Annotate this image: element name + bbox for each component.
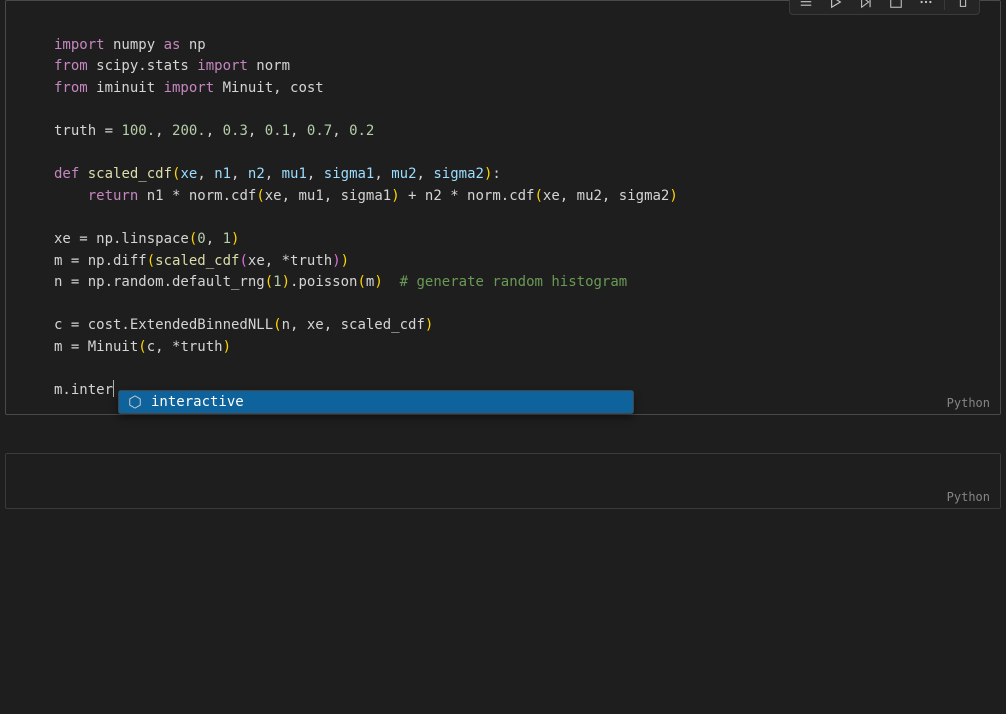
code-text: xe = np.linspace: [54, 231, 189, 247]
keyword: def: [54, 166, 79, 182]
code-editor-empty[interactable]: [6, 454, 1000, 508]
param: mu2: [391, 166, 416, 182]
number: 100.: [121, 123, 155, 139]
paren: (: [273, 317, 281, 333]
keyword: from: [54, 80, 88, 96]
code-text: xe, mu2, sigma2: [543, 188, 669, 204]
paren: (: [239, 253, 247, 269]
code-text: ,: [206, 231, 223, 247]
paren: ): [282, 274, 290, 290]
paren: (: [534, 188, 542, 204]
code-text: [79, 166, 87, 182]
keyword: from: [54, 58, 88, 74]
code-text: :: [492, 166, 500, 182]
code-text: ,: [197, 166, 214, 182]
code-text: ,: [155, 123, 172, 139]
param: sigma1: [324, 166, 375, 182]
method-icon: [127, 394, 143, 410]
paren: ): [231, 231, 239, 247]
number: 1: [223, 231, 231, 247]
paren: (: [138, 339, 146, 355]
number: 0.1: [265, 123, 290, 139]
code-text: np: [180, 37, 205, 53]
paren: (: [265, 274, 273, 290]
keyword: as: [164, 37, 181, 53]
code-text: Minuit, cost: [214, 80, 324, 96]
paren: (: [147, 253, 155, 269]
code-text: m = Minuit: [54, 339, 138, 355]
number: 1: [273, 274, 281, 290]
code-text: m = np.diff: [54, 253, 147, 269]
autocomplete-item[interactable]: interactive: [119, 391, 633, 413]
code-text: ,: [374, 166, 391, 182]
number: 0: [197, 231, 205, 247]
number: 0.7: [307, 123, 332, 139]
language-indicator[interactable]: Python: [947, 396, 990, 410]
number: 200.: [172, 123, 206, 139]
param: xe: [180, 166, 197, 182]
keyword: import: [197, 58, 248, 74]
paren: ): [425, 317, 433, 333]
paren: ): [391, 188, 399, 204]
keyword: return: [88, 188, 139, 204]
code-text: norm: [248, 58, 290, 74]
paren: ): [341, 253, 349, 269]
autocomplete-popup[interactable]: interactive: [118, 390, 634, 414]
code-text: ,: [265, 166, 282, 182]
code-cell-1[interactable]: import numpy as np from scipy.stats impo…: [5, 0, 1001, 415]
code-text: scipy.stats: [88, 58, 198, 74]
code-text: c, *truth: [147, 339, 223, 355]
keyword: import: [164, 80, 215, 96]
code-text: .poisson: [290, 274, 357, 290]
code-text: n1 * norm.cdf: [138, 188, 256, 204]
text-cursor: [113, 380, 114, 397]
paren: (: [256, 188, 264, 204]
code-text: truth =: [54, 123, 121, 139]
code-text: ,: [231, 166, 248, 182]
autocomplete-label: interactive: [151, 394, 244, 410]
code-text: c = cost.ExtendedBinnedNLL: [54, 317, 273, 333]
code-text: ,: [332, 123, 349, 139]
language-indicator[interactable]: Python: [947, 490, 990, 504]
code-text: n, xe, scaled_cdf: [282, 317, 425, 333]
code-text: xe, *truth: [248, 253, 332, 269]
param: n1: [214, 166, 231, 182]
code-text: [54, 188, 88, 204]
code-text: ,: [206, 123, 223, 139]
code-text: m.inter: [54, 382, 113, 398]
param: sigma2: [433, 166, 484, 182]
code-text: ,: [248, 123, 265, 139]
code-text: iminuit: [88, 80, 164, 96]
paren: ): [332, 253, 340, 269]
paren: ): [223, 339, 231, 355]
param: n2: [248, 166, 265, 182]
number: 0.2: [349, 123, 374, 139]
code-text: [383, 274, 400, 290]
code-text: ,: [417, 166, 434, 182]
code-text: xe, mu1, sigma1: [265, 188, 391, 204]
code-text: n = np.random.default_rng: [54, 274, 265, 290]
function-name: scaled_cdf: [155, 253, 239, 269]
paren: ): [669, 188, 677, 204]
paren: ): [374, 274, 382, 290]
keyword: import: [54, 37, 105, 53]
paren: (: [357, 274, 365, 290]
function-name: scaled_cdf: [88, 166, 172, 182]
code-text: numpy: [105, 37, 164, 53]
comment: # generate random histogram: [400, 274, 628, 290]
param: mu1: [282, 166, 307, 182]
code-cell-2[interactable]: Python: [5, 453, 1001, 509]
code-text: + n2 * norm.cdf: [400, 188, 535, 204]
code-text: ,: [290, 123, 307, 139]
code-editor[interactable]: import numpy as np from scipy.stats impo…: [6, 1, 1000, 414]
number: 0.3: [223, 123, 248, 139]
code-text: ,: [307, 166, 324, 182]
